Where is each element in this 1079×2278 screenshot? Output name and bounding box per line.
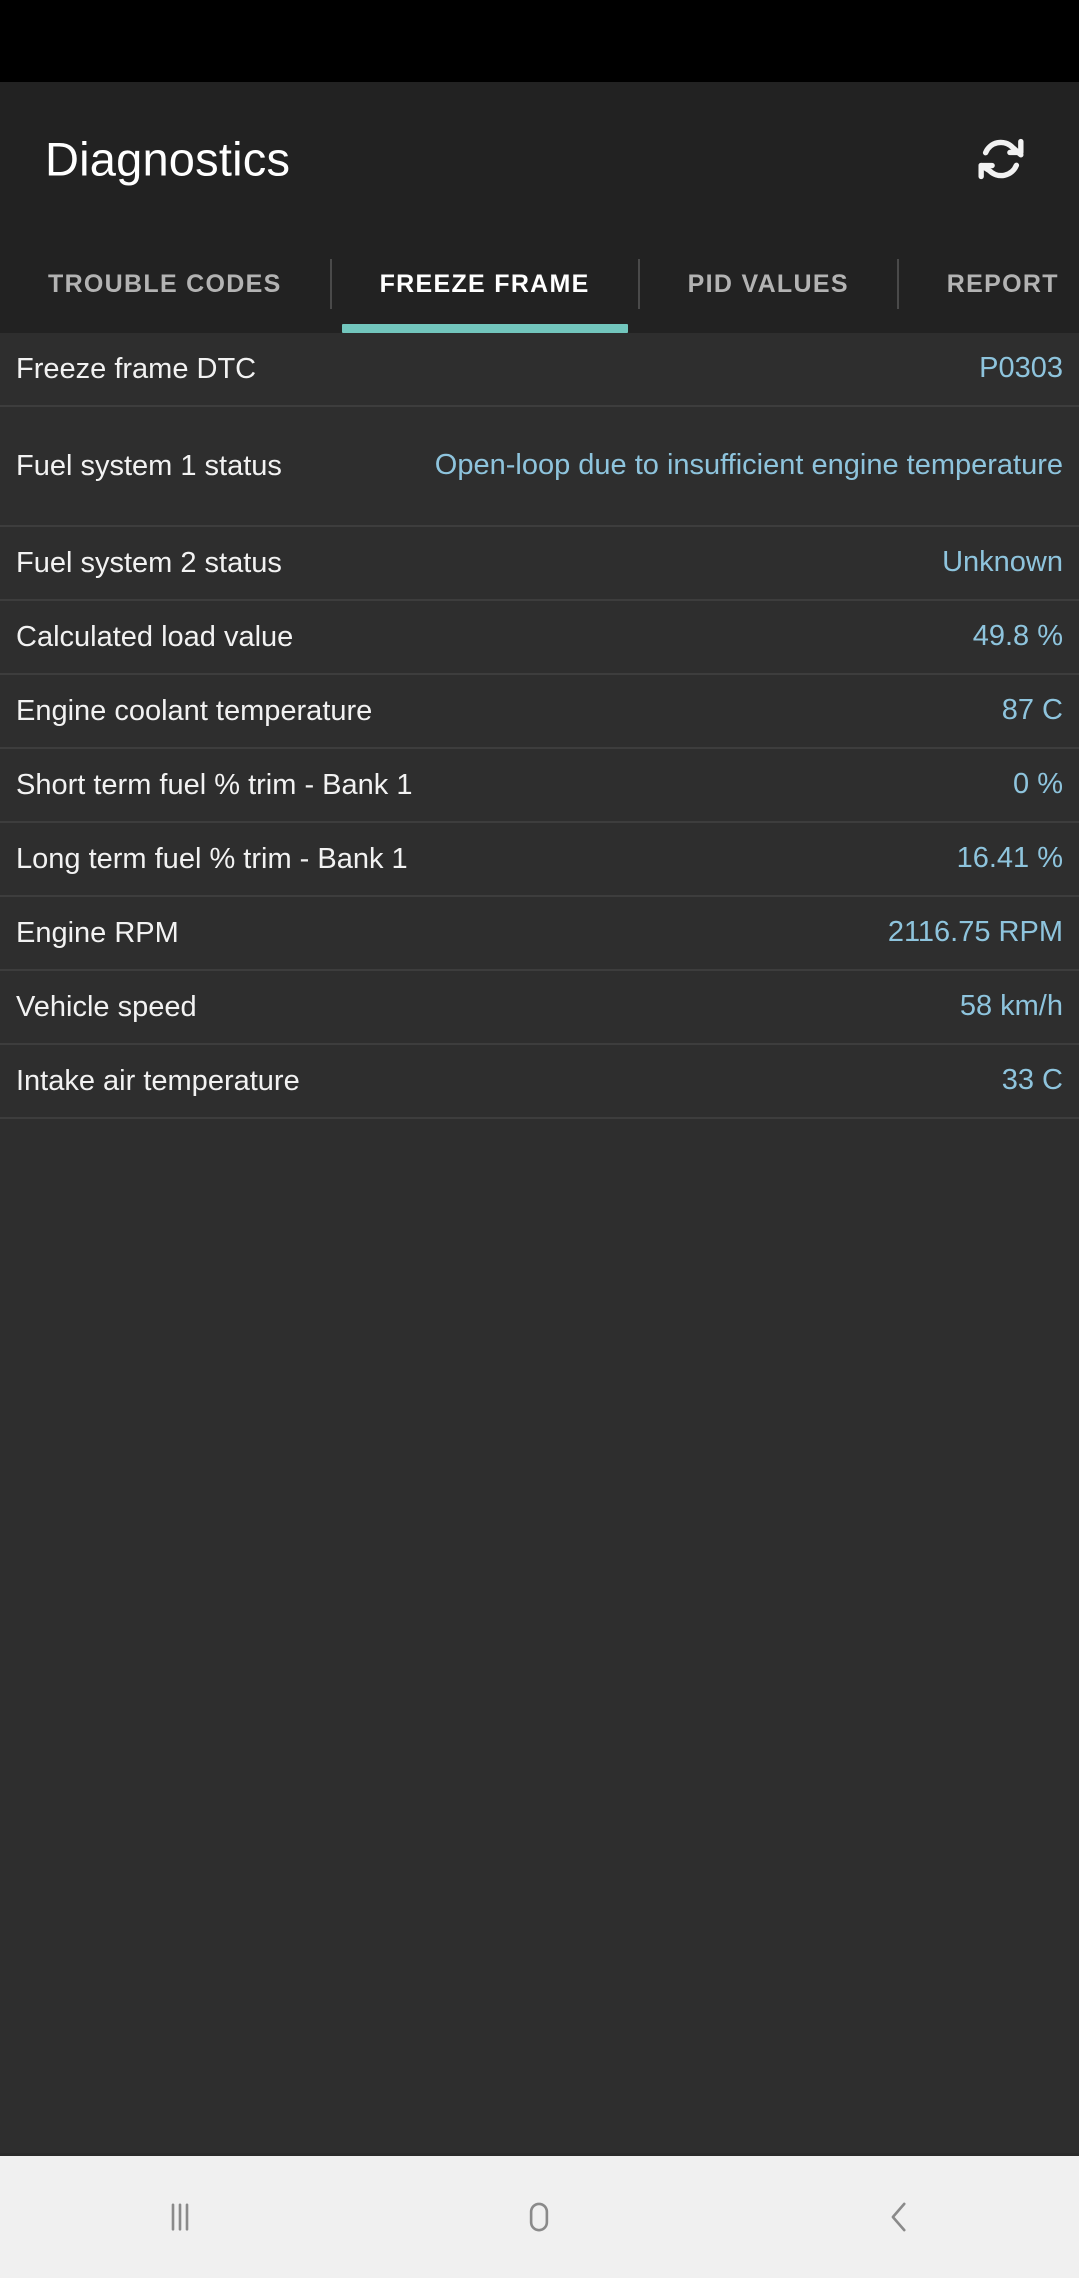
table-row[interactable]: Engine RPM 2116.75 RPM	[0, 897, 1079, 971]
row-value: 0 %	[1013, 768, 1063, 801]
table-row[interactable]: Fuel system 2 status Unknown	[0, 527, 1079, 601]
tab-label: REPORT	[946, 269, 1059, 298]
tab-label: FREEZE FRAME	[379, 269, 590, 298]
row-value: 87 C	[1001, 694, 1063, 727]
tab-report[interactable]: REPORT	[899, 235, 1079, 333]
tab-trouble-codes[interactable]: TROUBLE CODES	[0, 235, 330, 333]
row-label: Vehicle speed	[16, 990, 197, 1023]
refresh-icon	[973, 131, 1029, 187]
recents-icon	[159, 2196, 201, 2238]
home-button[interactable]	[464, 2156, 614, 2278]
row-value: Open-loop due to insufficient engine tem…	[434, 449, 1063, 482]
tab-label: PID VALUES	[687, 269, 849, 298]
row-label: Long term fuel % trim - Bank 1	[16, 842, 408, 875]
row-value: 2116.75 RPM	[887, 916, 1063, 949]
row-value: 16.41 %	[956, 842, 1063, 875]
table-row[interactable]: Short term fuel % trim - Bank 1 0 %	[0, 749, 1079, 823]
row-label: Fuel system 2 status	[16, 546, 282, 579]
row-value: 58 km/h	[959, 990, 1063, 1023]
home-icon	[518, 2196, 560, 2238]
row-label: Short term fuel % trim - Bank 1	[16, 768, 413, 801]
table-row[interactable]: Vehicle speed 58 km/h	[0, 971, 1079, 1045]
table-row[interactable]: Long term fuel % trim - Bank 1 16.41 %	[0, 823, 1079, 897]
table-row[interactable]: Intake air temperature 33 C	[0, 1045, 1079, 1119]
row-label: Freeze frame DTC	[16, 352, 257, 385]
table-row[interactable]: Fuel system 1 status Open-loop due to in…	[0, 407, 1079, 527]
tab-pid-values[interactable]: PID VALUES	[640, 235, 897, 333]
back-icon	[878, 2196, 920, 2238]
row-value: 49.8 %	[972, 620, 1063, 653]
tab-freeze-frame[interactable]: FREEZE FRAME	[332, 235, 638, 333]
table-row[interactable]: Engine coolant temperature 87 C	[0, 675, 1079, 749]
row-value: P0303	[979, 352, 1063, 385]
row-value: 33 C	[1001, 1064, 1063, 1097]
row-value: Unknown	[942, 546, 1063, 579]
tab-bar[interactable]: TROUBLE CODES FREEZE FRAME PID VALUES RE…	[0, 235, 1079, 333]
row-label: Engine RPM	[16, 916, 179, 949]
phone-screen: Diagnostics TROUBLE CODES FREEZE FRAME P…	[0, 0, 1079, 2278]
tab-label: TROUBLE CODES	[48, 269, 282, 298]
android-nav-bar	[0, 2153, 1079, 2278]
recents-button[interactable]	[105, 2156, 255, 2278]
table-row[interactable]: Freeze frame DTC P0303	[0, 333, 1079, 407]
table-row[interactable]: Calculated load value 49.8 %	[0, 601, 1079, 675]
row-label: Intake air temperature	[16, 1064, 300, 1097]
status-bar	[0, 0, 1079, 82]
row-label: Fuel system 1 status	[16, 449, 282, 482]
row-label: Engine coolant temperature	[16, 694, 373, 727]
refresh-button[interactable]	[965, 123, 1037, 195]
row-label: Calculated load value	[16, 620, 294, 653]
back-button[interactable]	[824, 2156, 974, 2278]
page-title: Diagnostics	[45, 132, 291, 185]
freeze-frame-list[interactable]: Freeze frame DTC P0303 Fuel system 1 sta…	[0, 333, 1079, 2153]
app-bar: Diagnostics	[0, 82, 1079, 235]
